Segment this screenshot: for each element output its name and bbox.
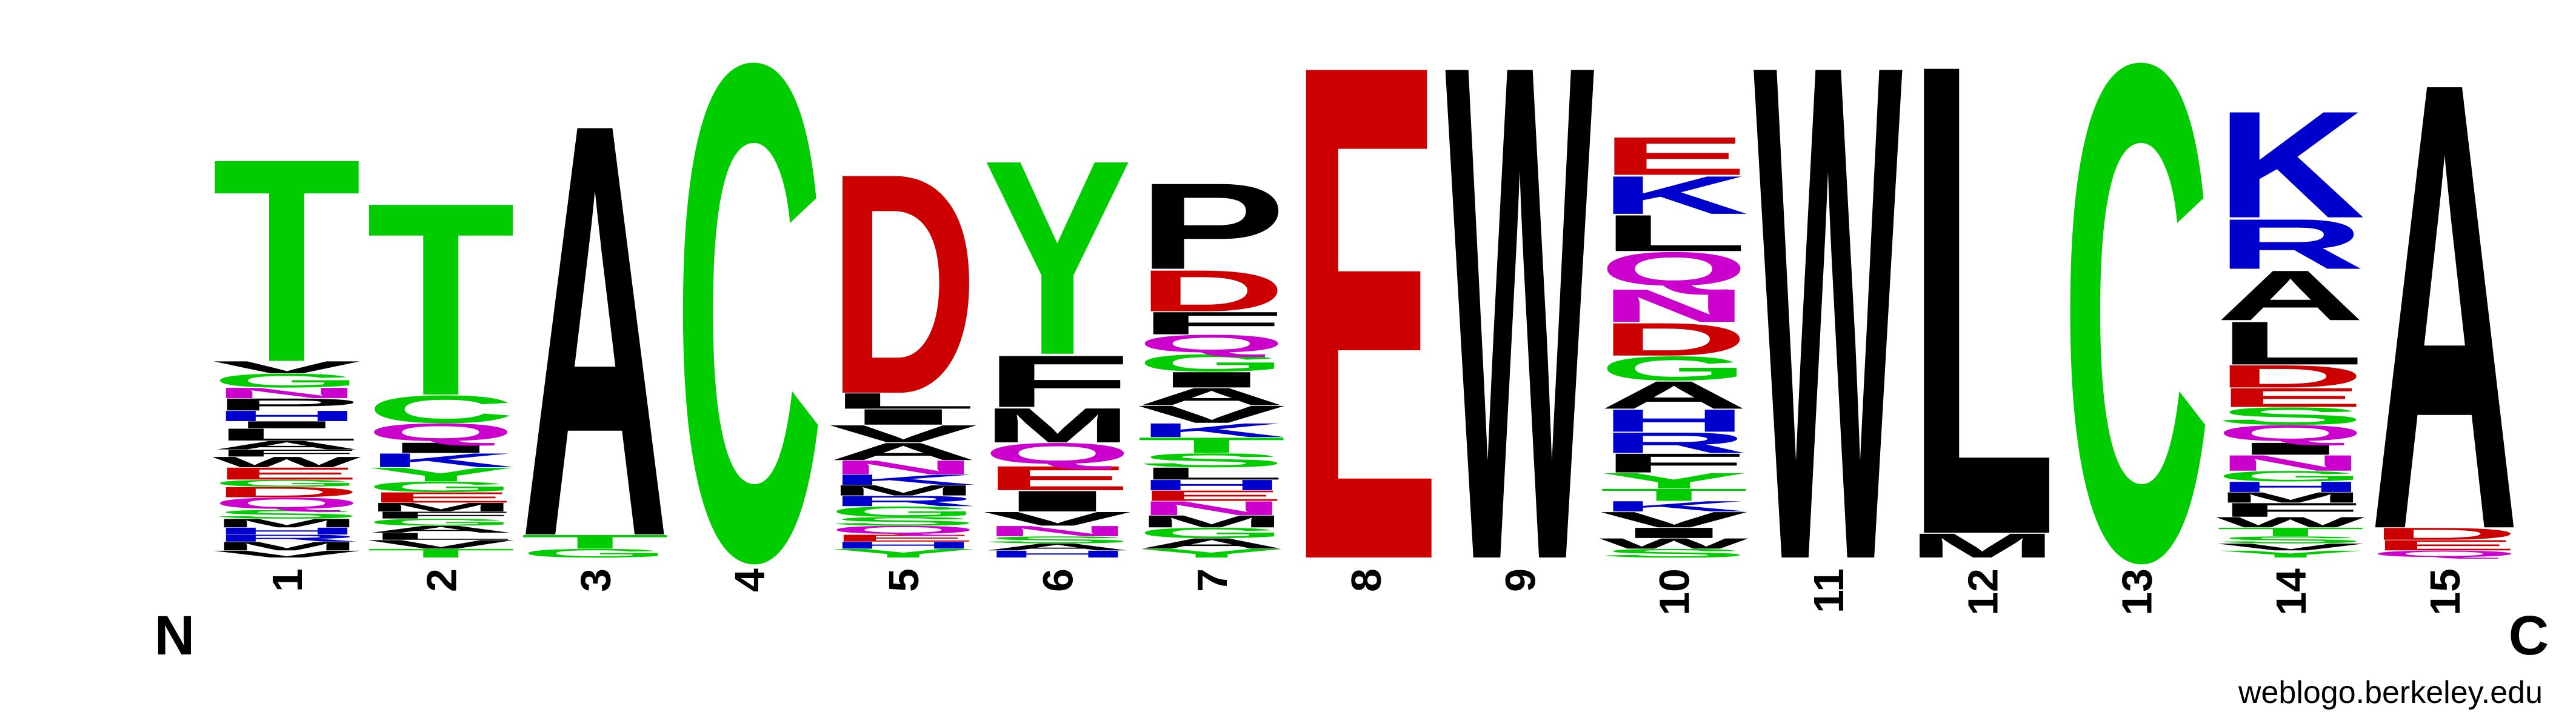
position-label-8: 8 bbox=[1343, 568, 1390, 592]
logo-column-1: VMRHMSQDGEWFALIHPNGVT bbox=[212, 98, 362, 559]
residue-p: P bbox=[1137, 158, 1286, 295]
position-label-5: 5 bbox=[880, 568, 927, 592]
logo-column-8: E bbox=[1291, 0, 1440, 708]
logo-column-15: QEDA bbox=[2370, 0, 2519, 664]
residue-t: T bbox=[366, 145, 515, 453]
logo-stacks: VMRHMSQDGEWFALIHPNGVTTVLAGFMEGYKIQCTGTA C… bbox=[212, 0, 2519, 708]
position-label-9: 9 bbox=[1497, 568, 1544, 592]
logo-column-3: GTA bbox=[521, 0, 670, 660]
residue-c: C bbox=[675, 0, 824, 708]
position-label-10: 10 bbox=[1651, 568, 1698, 616]
sequence-logo: VMRHMSQDGEWFALIHPNGVTTVLAGFMEGYKIQCTGTA C… bbox=[155, 0, 2549, 710]
position-label-1: 1 bbox=[264, 568, 311, 592]
residue-k: K bbox=[2216, 80, 2365, 250]
position-label-11: 11 bbox=[1805, 568, 1852, 613]
logo-column-5: YHEQSGRMKNAVILD bbox=[829, 108, 979, 561]
n-terminus-label: N bbox=[155, 605, 195, 667]
residue-e: E bbox=[1291, 0, 1440, 708]
weblogo-credit: weblogo.berkeley.edu bbox=[2238, 675, 2543, 710]
position-label-2: 2 bbox=[418, 568, 465, 592]
position-label-12: 12 bbox=[1959, 568, 2006, 616]
c-terminus-label: C bbox=[2509, 605, 2549, 667]
position-label-7: 7 bbox=[1189, 568, 1236, 592]
residue-y: Y bbox=[983, 102, 1132, 413]
logo-column-9: W bbox=[1445, 0, 1595, 708]
residue-t: T bbox=[212, 98, 361, 422]
logo-column-6: HASNVIEQMFY bbox=[983, 102, 1133, 559]
position-label-13: 13 bbox=[2114, 568, 2161, 616]
position-label-3: 3 bbox=[572, 568, 619, 592]
residue-w: W bbox=[1445, 0, 1595, 708]
logo-column-7: YAGMNEHLSTKVAIGQFDP bbox=[1137, 158, 1287, 561]
logo-column-4: C bbox=[675, 0, 824, 708]
residue-d: D bbox=[829, 108, 978, 461]
residue-a: A bbox=[521, 0, 670, 660]
residue-e: E bbox=[1600, 126, 1749, 187]
position-label-14: 14 bbox=[2267, 568, 2315, 616]
logo-column-14: YVSTWFMHGNIQSEDLARK bbox=[2216, 80, 2366, 560]
logo-column-2: TVLAGFMEGYKIQCT bbox=[366, 145, 516, 560]
position-label-15: 15 bbox=[2421, 568, 2469, 616]
logo-column-10: SWIVKTYFRHAGDNQLKE bbox=[1600, 126, 1750, 561]
position-label-4: 4 bbox=[726, 568, 773, 592]
position-label-6: 6 bbox=[1035, 568, 1082, 592]
residue-a: A bbox=[2370, 0, 2519, 664]
